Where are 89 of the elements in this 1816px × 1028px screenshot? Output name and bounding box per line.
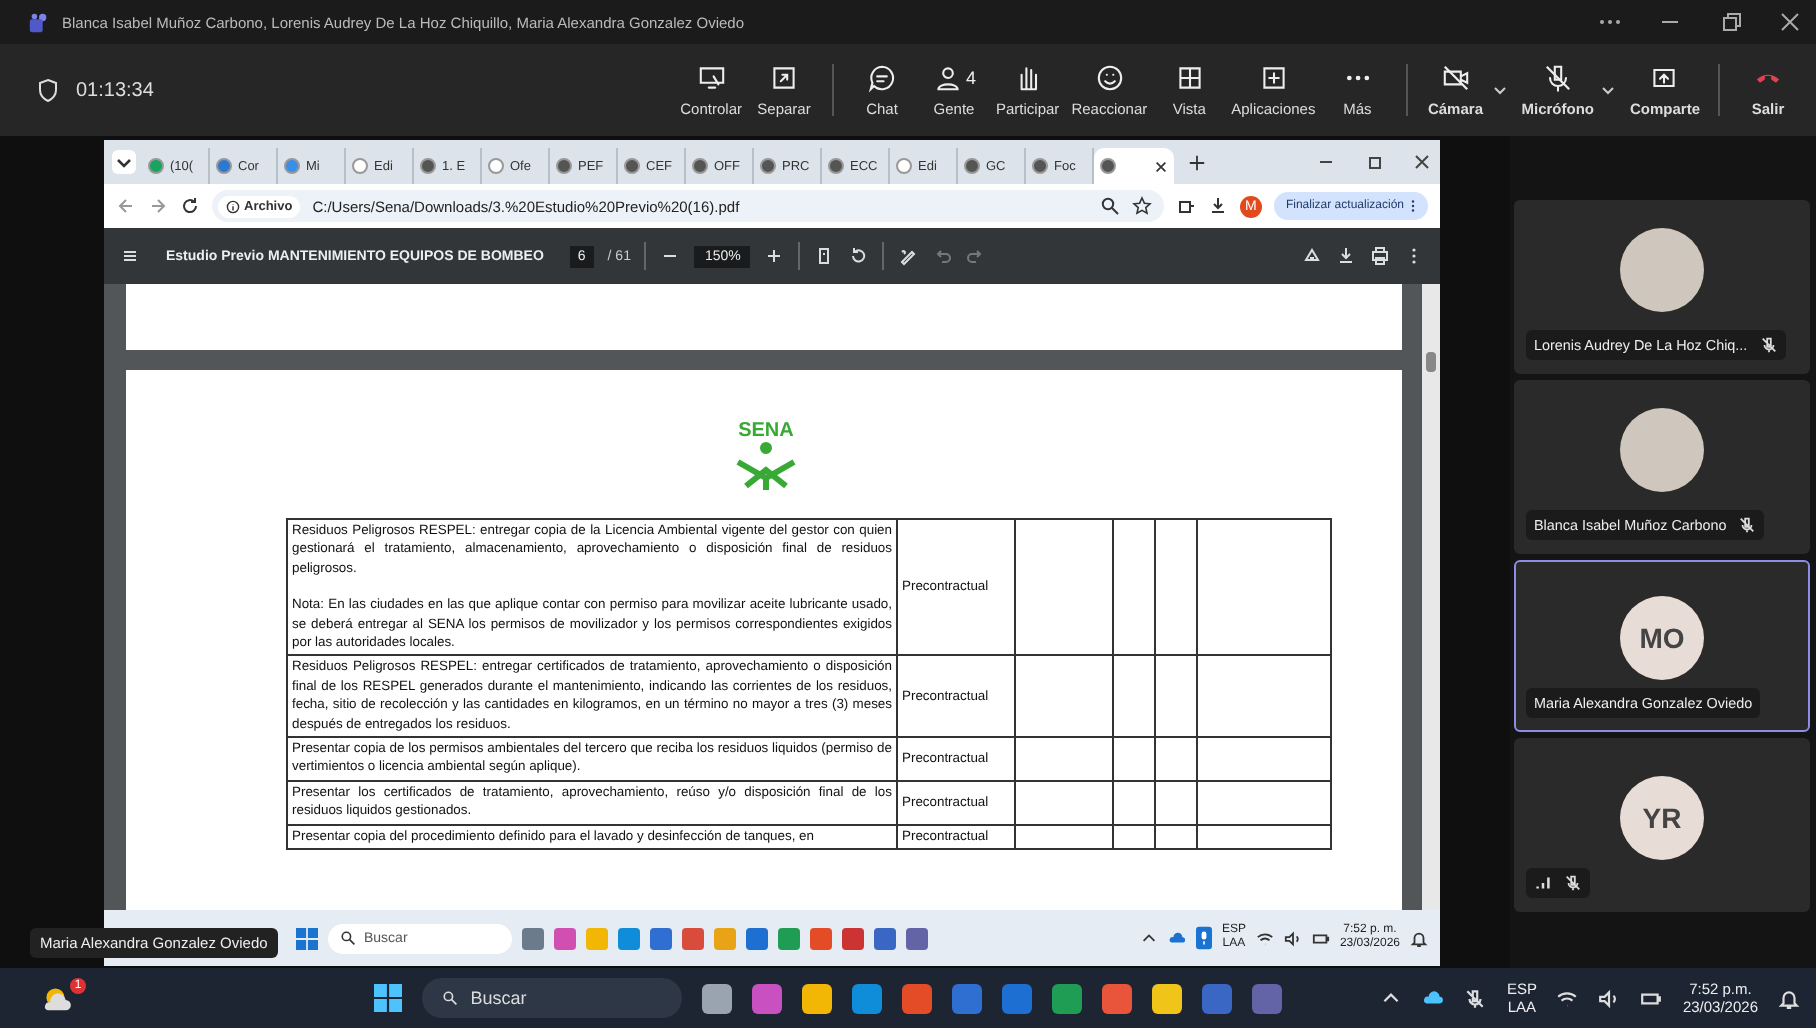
site-icon bbox=[284, 158, 300, 174]
menu-icon[interactable] bbox=[120, 246, 140, 266]
site-icon bbox=[1100, 158, 1116, 174]
reload-icon[interactable] bbox=[180, 196, 200, 216]
site-icon bbox=[964, 158, 980, 174]
smiley-icon bbox=[1093, 62, 1126, 94]
close-icon[interactable] bbox=[1776, 12, 1804, 32]
redo-icon[interactable] bbox=[966, 246, 987, 266]
app-icon[interactable] bbox=[902, 983, 933, 1013]
more-icon bbox=[1343, 74, 1372, 82]
site-icon bbox=[692, 158, 708, 174]
site-icon bbox=[828, 158, 844, 174]
people-icon bbox=[931, 62, 964, 94]
caret-icon[interactable] bbox=[1139, 929, 1158, 947]
star-icon[interactable] bbox=[1131, 196, 1152, 216]
bell-icon[interactable] bbox=[1410, 929, 1428, 947]
app-icon[interactable] bbox=[746, 927, 768, 949]
app-icon[interactable] bbox=[1152, 983, 1183, 1013]
cloud-icon[interactable] bbox=[1422, 987, 1445, 1009]
app-icon[interactable] bbox=[752, 983, 783, 1013]
site-icon bbox=[556, 158, 572, 174]
more-icon[interactable] bbox=[1410, 198, 1416, 214]
cloud-icon[interactable] bbox=[1167, 929, 1186, 947]
participant-tile[interactable]: YR bbox=[1514, 738, 1810, 912]
site-icon bbox=[216, 158, 232, 174]
undo-icon[interactable] bbox=[932, 246, 953, 266]
site-icon bbox=[352, 158, 368, 174]
teams-logo-icon bbox=[28, 11, 50, 33]
search-icon bbox=[340, 930, 356, 946]
close-icon[interactable] bbox=[1412, 152, 1432, 172]
site-icon bbox=[1032, 158, 1048, 174]
wifi-icon[interactable] bbox=[1255, 929, 1274, 947]
chat-icon bbox=[866, 62, 898, 94]
volume-icon[interactable] bbox=[1598, 987, 1621, 1009]
photo-placeholder bbox=[1620, 228, 1704, 313]
site-icon bbox=[488, 158, 504, 174]
microphone-icon bbox=[1541, 62, 1574, 94]
avatar-initials: MO bbox=[1620, 595, 1704, 680]
app-icon[interactable] bbox=[906, 927, 928, 949]
search-icon bbox=[442, 990, 459, 1006]
zoom-icon[interactable] bbox=[1099, 196, 1120, 216]
battery-icon[interactable] bbox=[1311, 929, 1330, 947]
windows-icon[interactable] bbox=[296, 927, 318, 949]
restore-icon[interactable] bbox=[1364, 152, 1384, 172]
scrollbar[interactable] bbox=[1422, 284, 1440, 910]
forward-icon[interactable] bbox=[148, 196, 168, 216]
app-icon[interactable] bbox=[650, 927, 672, 949]
draw-icon[interactable] bbox=[898, 246, 919, 266]
info-icon bbox=[226, 199, 240, 213]
pop-out-icon bbox=[768, 62, 800, 94]
camera-icon bbox=[1439, 62, 1472, 94]
app-icon[interactable] bbox=[1052, 983, 1083, 1013]
microphone-icon[interactable] bbox=[1195, 926, 1212, 950]
zoom-in-icon[interactable] bbox=[764, 246, 785, 266]
caret-icon[interactable] bbox=[1599, 82, 1616, 98]
photo-placeholder bbox=[1620, 408, 1704, 493]
download-icon[interactable] bbox=[1207, 196, 1228, 216]
meeting-timer: 01:13:34 bbox=[76, 79, 154, 101]
logo-text: SENA bbox=[738, 422, 794, 442]
site-icon bbox=[896, 158, 912, 174]
new-tab-icon[interactable] bbox=[1188, 153, 1206, 171]
search-field[interactable]: Buscar bbox=[422, 978, 683, 1018]
app-icon[interactable] bbox=[702, 983, 733, 1013]
back-icon[interactable] bbox=[116, 196, 136, 216]
caret-icon[interactable] bbox=[1491, 82, 1508, 98]
app-icon[interactable] bbox=[802, 983, 833, 1013]
app-icon[interactable] bbox=[874, 927, 896, 949]
site-icon bbox=[420, 158, 436, 174]
share-screen-icon bbox=[695, 62, 728, 94]
site-icon bbox=[624, 158, 640, 174]
avatar-initials: YR bbox=[1620, 775, 1704, 860]
close-icon[interactable] bbox=[1154, 159, 1168, 173]
tab-search-icon[interactable] bbox=[112, 150, 136, 174]
rotate-icon[interactable] bbox=[848, 246, 869, 266]
print-icon[interactable] bbox=[1370, 246, 1390, 266]
browser-tab[interactable] bbox=[1094, 148, 1174, 184]
fit-page-icon[interactable] bbox=[814, 246, 835, 266]
app-icon[interactable] bbox=[852, 983, 883, 1013]
site-icon bbox=[148, 158, 164, 174]
shield-icon bbox=[36, 78, 60, 102]
muted-microphone-icon[interactable] bbox=[1464, 987, 1487, 1009]
windows-icon[interactable] bbox=[374, 984, 403, 1012]
drive-icon[interactable] bbox=[1302, 246, 1322, 266]
volume-icon[interactable] bbox=[1283, 929, 1302, 947]
grid-icon bbox=[1173, 62, 1206, 94]
app-icon[interactable] bbox=[842, 927, 864, 949]
app-icon[interactable] bbox=[1102, 983, 1133, 1013]
extensions-icon[interactable] bbox=[1175, 196, 1196, 216]
site-icon bbox=[760, 158, 776, 174]
